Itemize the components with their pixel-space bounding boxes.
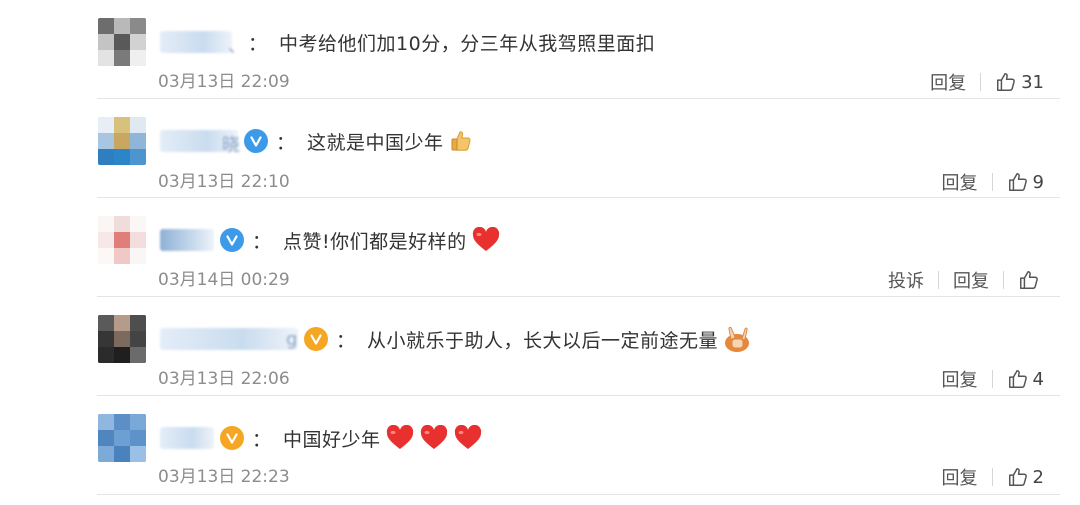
colon: ： [276, 131, 296, 154]
colon: ： [252, 230, 272, 253]
avatar[interactable] [98, 18, 146, 66]
comment-text: 这就是中国少年 [307, 131, 444, 154]
username-blurred[interactable] [160, 427, 214, 449]
thumbs-up-outline-icon [1020, 271, 1038, 289]
username-blurred[interactable] [160, 229, 214, 251]
comment-item: ： 点赞!你们都是好样的 03月14日 00:29 投诉 回复 [0, 198, 1080, 297]
comment-header: ： 中国好少年 [160, 418, 483, 458]
heart-emoji-icon [419, 425, 449, 451]
victory-hand-emoji-icon [722, 325, 752, 353]
avatar[interactable] [98, 315, 146, 363]
heart-emoji-icon [471, 227, 501, 253]
divider [991, 370, 993, 388]
comment-actions: 回复 4 [942, 366, 1044, 392]
colon: ： [248, 32, 268, 55]
colon: ： [252, 428, 272, 451]
like-count: 31 [1021, 71, 1044, 93]
comment-text: 中考给他们加10分，分三年从我驾照里面扣 [279, 32, 656, 55]
reply-button[interactable]: 回复 [953, 267, 989, 293]
comment-actions: 回复 9 [942, 169, 1044, 195]
report-button[interactable]: 投诉 [888, 267, 924, 293]
timestamp: 03月13日 22:06 [158, 369, 290, 389]
verified-v-icon [220, 228, 244, 252]
comment-text: 中国好少年 [283, 428, 381, 451]
comment-item: 晓 ： 这就是中国少年 03月13日 22:10 回复 9 [0, 99, 1080, 198]
like-button[interactable]: 9 [1007, 171, 1044, 193]
like-button[interactable]: 4 [1007, 368, 1044, 390]
like-count: 4 [1032, 368, 1044, 390]
divider [1003, 271, 1004, 289]
like-button[interactable]: 2 [1007, 466, 1044, 488]
verified-v-icon [244, 129, 268, 153]
reply-button[interactable]: 回复 [942, 464, 978, 490]
comment-text: 点赞!你们都是好样的 [283, 230, 467, 253]
divider [991, 468, 993, 486]
comment-header: g ： 从小就乐于助人，长大以后一定前途无量 [160, 319, 752, 359]
thumbs-up-outline-icon [997, 73, 1015, 91]
divider [980, 73, 982, 91]
comment-text: 从小就乐于助人，长大以后一定前途无量 [367, 329, 719, 352]
comment-item: ： 中国好少年 03月13日 22:23 回复 2 [0, 396, 1080, 495]
reply-button[interactable]: 回复 [942, 366, 978, 392]
verified-v-icon [304, 327, 328, 351]
timestamp: 03月14日 00:29 [158, 270, 290, 290]
like-count: 2 [1032, 466, 1044, 488]
heart-emoji-icon [453, 425, 483, 451]
comment-item: 、 ： 中考给他们加10分，分三年从我驾照里面扣 03月13日 22:09 回复… [0, 0, 1080, 99]
username-blurred[interactable]: 晓 [160, 130, 240, 156]
thumbs-up-emoji-icon [448, 128, 474, 154]
username-fragment: g [286, 329, 298, 350]
thumbs-up-outline-icon [1008, 468, 1027, 486]
comment-item: g ： 从小就乐于助人，长大以后一定前途无量 03月13日 22:06 回复 4 [0, 297, 1080, 396]
reply-button[interactable]: 回复 [930, 69, 966, 95]
like-count: 9 [1032, 171, 1044, 193]
divider [991, 173, 993, 191]
avatar[interactable] [98, 216, 146, 264]
timestamp: 03月13日 22:10 [158, 172, 290, 192]
username-blurred[interactable]: 、 [160, 31, 246, 57]
comment-actions: 回复 2 [942, 464, 1044, 490]
verified-v-icon [220, 426, 244, 450]
avatar[interactable] [98, 117, 146, 165]
comment-actions: 回复 31 [930, 69, 1044, 95]
comment-list: 、 ： 中考给他们加10分，分三年从我驾照里面扣 03月13日 22:09 回复… [0, 0, 1080, 505]
like-button[interactable] [1018, 269, 1044, 291]
comment-header: 、 ： 中考给他们加10分，分三年从我驾照里面扣 [160, 22, 655, 62]
comment-header: ： 点赞!你们都是好样的 [160, 220, 501, 260]
avatar[interactable] [98, 414, 146, 462]
heart-emoji-icon [385, 425, 415, 451]
divider [938, 271, 939, 289]
username-blurred[interactable]: g [160, 328, 298, 350]
separator [97, 494, 1060, 495]
timestamp: 03月13日 22:09 [158, 72, 290, 92]
comment-header: 晓 ： 这就是中国少年 [160, 121, 474, 161]
reply-button[interactable]: 回复 [942, 169, 978, 195]
username-fragment: 晓 [222, 135, 240, 156]
comment-actions: 投诉 回复 [888, 267, 1044, 293]
thumbs-up-outline-icon [1008, 370, 1027, 388]
like-button[interactable]: 31 [995, 71, 1044, 93]
username-fragment: 、 [228, 36, 246, 57]
colon: ： [336, 329, 356, 352]
timestamp: 03月13日 22:23 [158, 467, 290, 487]
thumbs-up-outline-icon [1008, 173, 1027, 191]
